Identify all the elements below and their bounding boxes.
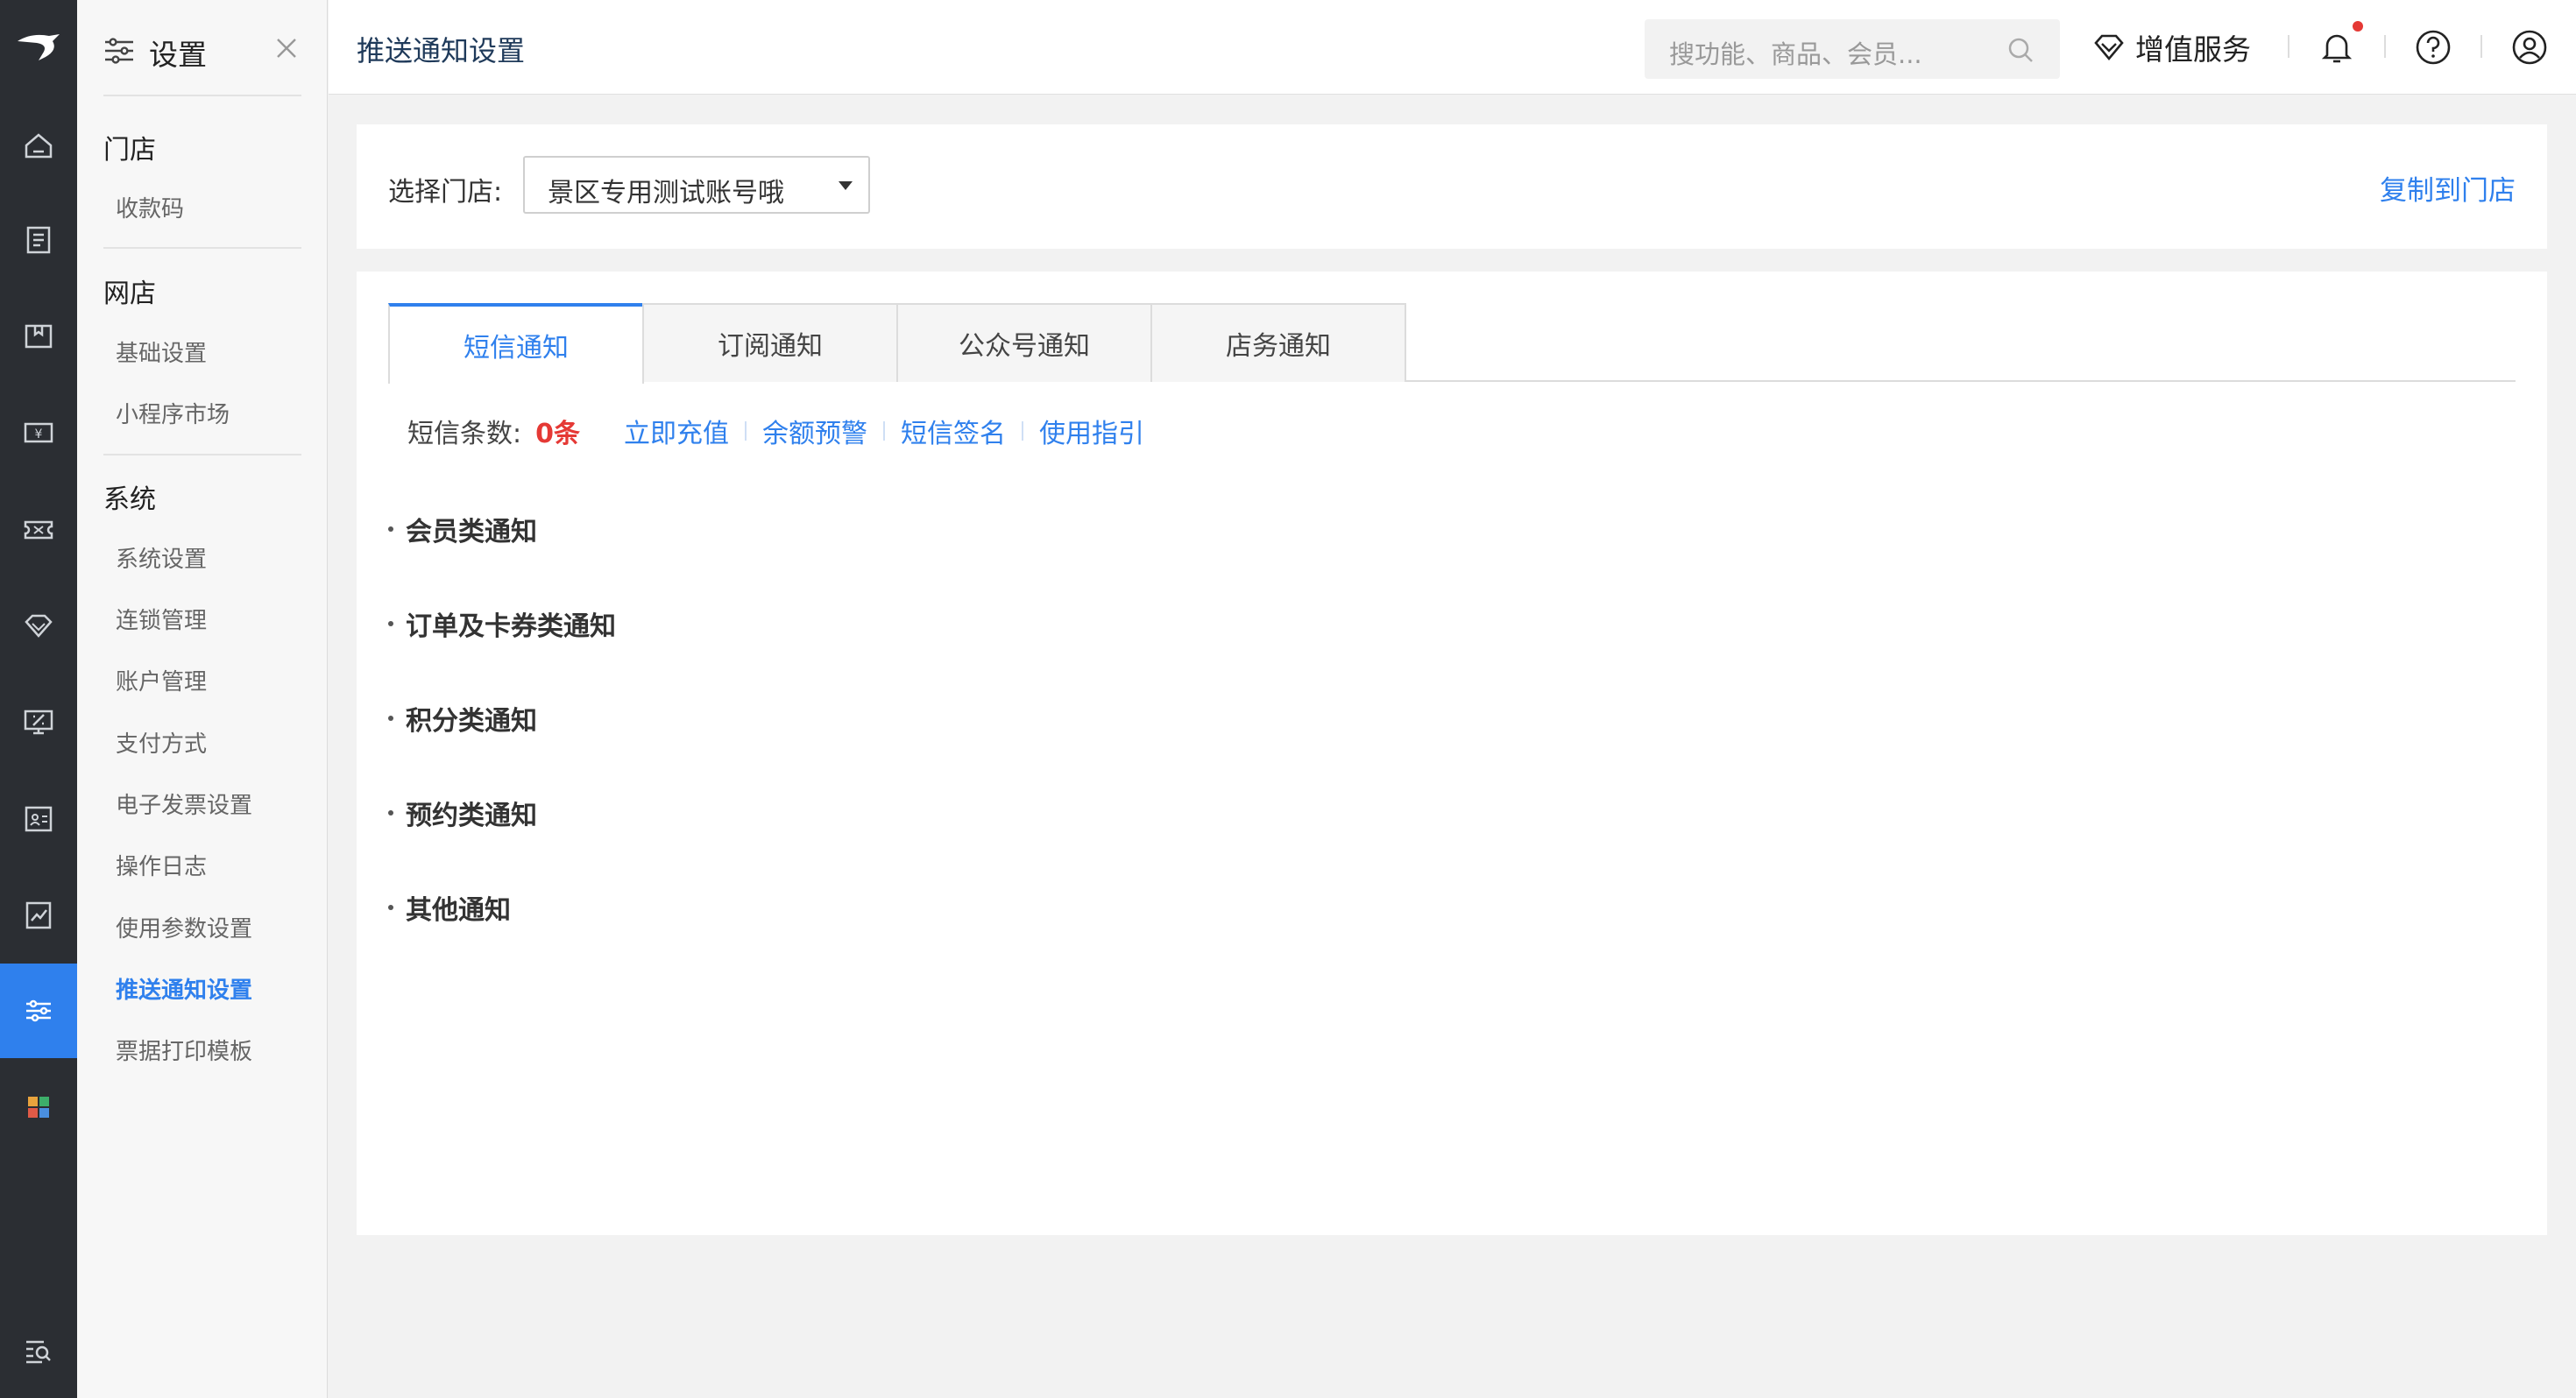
sidebar-header: 设置 xyxy=(77,0,328,96)
cashier-icon[interactable]: ¥ xyxy=(0,385,77,480)
category-order-coupon[interactable]: 订单及卡券类通知 xyxy=(388,604,616,643)
settings-icon xyxy=(105,38,133,64)
category-points[interactable]: 积分类通知 xyxy=(388,699,537,738)
help-icon[interactable] xyxy=(2414,28,2452,67)
sidebar-item-basic-settings[interactable]: 基础设置 xyxy=(116,335,207,368)
category-label: 积分类通知 xyxy=(406,706,537,737)
divider xyxy=(103,247,301,249)
category-member[interactable]: 会员类通知 xyxy=(388,510,537,548)
search-input[interactable]: 搜功能、商品、会员... xyxy=(1645,19,2060,79)
bullet-icon xyxy=(388,526,393,532)
divider xyxy=(1021,421,1023,441)
sidebar-item-system-settings[interactable]: 系统设置 xyxy=(116,541,207,574)
search-icon[interactable] xyxy=(2006,35,2035,65)
user-icon[interactable] xyxy=(2510,28,2549,67)
logo-icon[interactable] xyxy=(0,0,77,96)
search-placeholder: 搜功能、商品、会员... xyxy=(1669,39,1922,69)
sidebar-item-miniprogram-market[interactable]: 小程序市场 xyxy=(116,397,230,429)
search-menu-icon[interactable] xyxy=(0,1303,77,1398)
tab-sms[interactable]: 短信通知 xyxy=(388,303,644,384)
sms-signature-link[interactable]: 短信签名 xyxy=(901,412,1006,450)
top-bar: 推送通知设置 搜功能、商品、会员... 增值服务 xyxy=(329,0,2576,95)
caret-down-icon xyxy=(839,181,853,190)
icon-rail: ¥ xyxy=(0,0,77,1398)
store-label: 选择门店: xyxy=(388,177,503,208)
bullet-icon xyxy=(388,716,393,721)
store-select[interactable]: 景区专用测试账号哦 xyxy=(523,156,870,214)
notification-tabs: 短信通知 订阅通知 公众号通知 店务通知 xyxy=(388,303,2516,384)
sidebar-item-operation-log[interactable]: 操作日志 xyxy=(116,849,207,881)
bullet-icon xyxy=(388,905,393,910)
recharge-link[interactable]: 立即充值 xyxy=(624,412,729,450)
sidebar-item-usage-params[interactable]: 使用参数设置 xyxy=(116,911,252,943)
bell-icon[interactable] xyxy=(2318,28,2356,67)
report-chart-icon[interactable] xyxy=(0,867,77,962)
sidebar-item-account-management[interactable]: 账户管理 xyxy=(116,664,207,696)
member-card-icon[interactable] xyxy=(0,771,77,865)
sms-count-label: 短信条数: xyxy=(407,419,522,449)
divider xyxy=(103,95,301,96)
divider xyxy=(2288,35,2289,58)
home-icon[interactable] xyxy=(0,98,77,193)
notification-dot xyxy=(2353,21,2363,32)
store-select-value: 景区专用测试账号哦 xyxy=(548,178,784,208)
tab-store-affairs[interactable]: 店务通知 xyxy=(1150,303,1406,382)
copy-to-store-link[interactable]: 复制到门店 xyxy=(2380,168,2516,208)
value-added-services-button[interactable]: 增值服务 xyxy=(2091,23,2251,72)
divider xyxy=(882,421,885,441)
store-selection-card: 选择门店: 景区专用测试账号哦 复制到门店 xyxy=(357,124,2547,249)
bullet-icon xyxy=(388,810,393,816)
svg-text:¥: ¥ xyxy=(35,427,43,441)
coupon-icon[interactable] xyxy=(0,482,77,576)
sidebar-item-payment-code[interactable]: 收款码 xyxy=(116,191,184,223)
marketing-screen-icon[interactable] xyxy=(0,674,77,769)
page-title: 推送通知设置 xyxy=(357,34,526,67)
tab-subscription[interactable]: 订阅通知 xyxy=(642,303,898,382)
goods-box-icon[interactable] xyxy=(0,289,77,384)
category-reservation[interactable]: 预约类通知 xyxy=(388,794,537,832)
category-other[interactable]: 其他通知 xyxy=(388,888,511,927)
close-icon[interactable] xyxy=(272,33,301,63)
order-book-icon[interactable] xyxy=(0,193,77,287)
sms-count-value: 0条 xyxy=(535,419,580,449)
apps-grid-icon[interactable] xyxy=(0,1060,77,1154)
sidebar-item-chain-management[interactable]: 连锁管理 xyxy=(116,603,207,635)
category-label: 其他通知 xyxy=(406,895,511,926)
category-label: 预约类通知 xyxy=(406,801,537,831)
sidebar-item-e-invoice[interactable]: 电子发票设置 xyxy=(116,787,252,820)
value-added-label: 增值服务 xyxy=(2135,32,2251,67)
group-system: 系统 xyxy=(103,484,156,515)
settings-sidebar: 设置 门店 收款码 网店 基础设置 小程序市场 系统 系统设置 连锁管理 账户管… xyxy=(77,0,328,1398)
tab-official-account[interactable]: 公众号通知 xyxy=(896,303,1152,382)
category-label: 会员类通知 xyxy=(406,517,537,547)
bullet-icon xyxy=(388,621,393,626)
divider xyxy=(2480,35,2482,58)
sidebar-item-push-notification[interactable]: 推送通知设置 xyxy=(116,972,252,1005)
sidebar-item-payment-methods[interactable]: 支付方式 xyxy=(116,726,207,759)
divider xyxy=(2384,35,2386,58)
sms-info-row: 短信条数: 0条 立即充值 余额预警 短信签名 使用指引 xyxy=(407,412,1144,450)
sidebar-title: 设置 xyxy=(149,38,207,72)
settings-sliders-icon[interactable] xyxy=(0,964,77,1058)
category-label: 订单及卡券类通知 xyxy=(406,611,616,642)
balance-alert-link[interactable]: 余额预警 xyxy=(762,412,867,450)
notification-settings-card: 短信通知 订阅通知 公众号通知 店务通知 短信条数: 0条 立即充值 余额预警 … xyxy=(357,272,2547,1235)
sidebar-item-receipt-template[interactable]: 票据打印模板 xyxy=(116,1034,252,1066)
usage-guide-link[interactable]: 使用指引 xyxy=(1039,412,1144,450)
divider xyxy=(103,454,301,455)
divider xyxy=(744,421,747,441)
diamond-icon xyxy=(2094,34,2124,61)
membership-gem-icon[interactable] xyxy=(0,578,77,673)
group-store: 门店 xyxy=(103,135,156,166)
group-online-store: 网店 xyxy=(103,279,156,309)
